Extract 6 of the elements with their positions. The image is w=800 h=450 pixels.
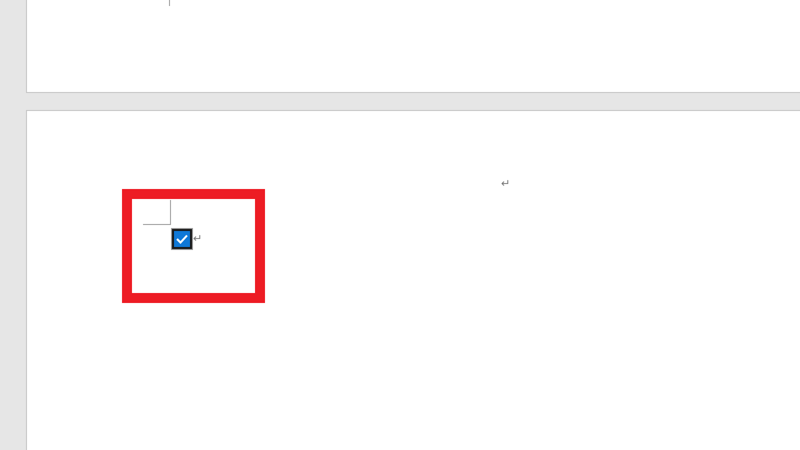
check-icon <box>176 234 188 244</box>
paragraph-mark: ↵ <box>193 234 202 244</box>
margin-corner-mark <box>143 200 171 225</box>
margin-mark <box>169 0 170 6</box>
checkbox[interactable] <box>172 229 192 249</box>
paragraph-mark: ↵ <box>501 179 510 190</box>
